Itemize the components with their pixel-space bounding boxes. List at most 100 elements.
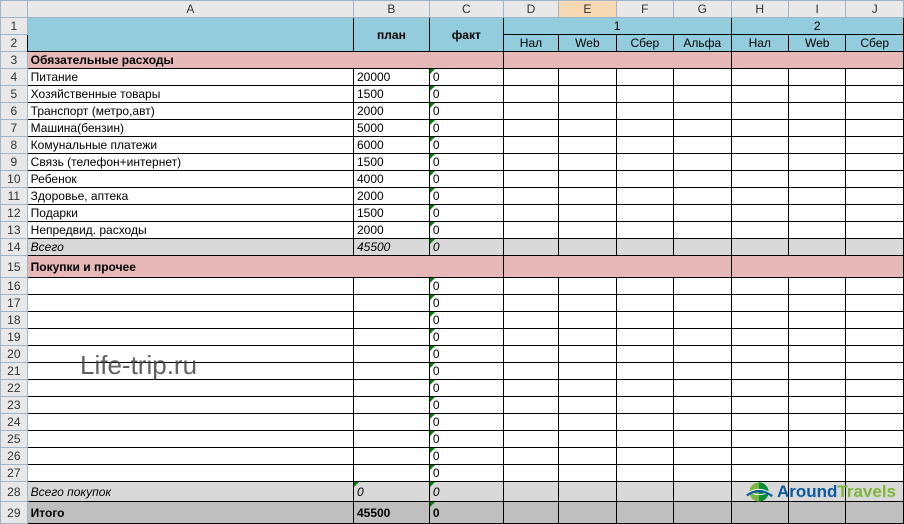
row-22[interactable]: 22 bbox=[1, 380, 28, 397]
sub-sber-1[interactable]: Сбер bbox=[616, 35, 673, 52]
header-group-2[interactable]: 2 bbox=[731, 18, 903, 35]
grand-total-label[interactable]: Итого bbox=[27, 502, 353, 524]
grand-total-plan[interactable]: 45500 bbox=[353, 502, 429, 524]
cell[interactable] bbox=[353, 295, 429, 312]
corner-cell[interactable] bbox=[1, 1, 28, 18]
row-15[interactable]: 15 bbox=[1, 256, 28, 278]
cell[interactable] bbox=[353, 431, 429, 448]
row-7[interactable]: 7 bbox=[1, 120, 28, 137]
cell[interactable] bbox=[27, 465, 353, 482]
cell[interactable] bbox=[353, 312, 429, 329]
cell-label[interactable]: Здоровье, аптека bbox=[27, 188, 353, 205]
section-purchases-label[interactable]: Покупки и прочее bbox=[27, 256, 503, 278]
row-4[interactable]: 4 bbox=[1, 69, 28, 86]
col-I[interactable]: I bbox=[788, 1, 845, 18]
cell-fact[interactable]: 0 bbox=[429, 397, 503, 414]
grand-total-fact[interactable]: 0 bbox=[429, 502, 503, 524]
cell-plan[interactable]: 5000 bbox=[353, 120, 429, 137]
row-18[interactable]: 18 bbox=[1, 312, 28, 329]
cell-fact[interactable]: 0 bbox=[429, 312, 503, 329]
sub-web-2[interactable]: Web bbox=[788, 35, 845, 52]
cell-plan[interactable]: 2000 bbox=[353, 103, 429, 120]
cell-fact[interactable]: 0 bbox=[429, 205, 503, 222]
cell-label[interactable]: Подарки bbox=[27, 205, 353, 222]
cell-fact[interactable]: 0 bbox=[429, 137, 503, 154]
row-6[interactable]: 6 bbox=[1, 103, 28, 120]
cell[interactable] bbox=[27, 295, 353, 312]
cell[interactable] bbox=[27, 312, 353, 329]
row-9[interactable]: 9 bbox=[1, 154, 28, 171]
cell-fact[interactable]: 0 bbox=[429, 295, 503, 312]
cell[interactable] bbox=[27, 397, 353, 414]
row-2[interactable]: 2 bbox=[1, 35, 28, 52]
cell-fact[interactable]: 0 bbox=[429, 222, 503, 239]
sub-nal-2[interactable]: Нал bbox=[731, 35, 788, 52]
row-14[interactable]: 14 bbox=[1, 239, 28, 256]
cell-fact[interactable]: 0 bbox=[429, 380, 503, 397]
cell-plan[interactable]: 1500 bbox=[353, 154, 429, 171]
col-E[interactable]: E bbox=[559, 1, 616, 18]
cell-plan[interactable]: 6000 bbox=[353, 137, 429, 154]
total-purchases-fact[interactable]: 0 bbox=[429, 482, 503, 502]
row-10[interactable]: 10 bbox=[1, 171, 28, 188]
row-16[interactable]: 16 bbox=[1, 278, 28, 295]
cell[interactable] bbox=[27, 431, 353, 448]
row-13[interactable]: 13 bbox=[1, 222, 28, 239]
cell[interactable] bbox=[353, 346, 429, 363]
cell[interactable] bbox=[353, 329, 429, 346]
sub-nal-1[interactable]: Нал bbox=[503, 35, 558, 52]
sub-web-1[interactable]: Web bbox=[559, 35, 616, 52]
cell-fact[interactable]: 0 bbox=[429, 154, 503, 171]
cell-label[interactable]: Непредвид. расходы bbox=[27, 222, 353, 239]
cell[interactable] bbox=[353, 363, 429, 380]
section-mandatory-label[interactable]: Обязательные расходы bbox=[27, 52, 503, 69]
col-G[interactable]: G bbox=[674, 1, 731, 18]
cell-plan[interactable]: 4000 bbox=[353, 171, 429, 188]
cell[interactable] bbox=[27, 329, 353, 346]
cell-fact[interactable]: 0 bbox=[429, 120, 503, 137]
cell-label[interactable]: Машина(бензин) bbox=[27, 120, 353, 137]
cell-label[interactable]: Питание bbox=[27, 69, 353, 86]
row-27[interactable]: 27 bbox=[1, 465, 28, 482]
cell[interactable] bbox=[353, 414, 429, 431]
cell-plan[interactable]: 1500 bbox=[353, 205, 429, 222]
row-26[interactable]: 26 bbox=[1, 448, 28, 465]
row-5[interactable]: 5 bbox=[1, 86, 28, 103]
header-fact[interactable]: факт bbox=[429, 18, 503, 52]
cell-plan[interactable]: 20000 bbox=[353, 69, 429, 86]
col-C[interactable]: C bbox=[429, 1, 503, 18]
cell-plan[interactable]: 2000 bbox=[353, 188, 429, 205]
cell-fact[interactable]: 0 bbox=[429, 171, 503, 188]
cell-fact[interactable]: 0 bbox=[429, 448, 503, 465]
row-21[interactable]: 21 bbox=[1, 363, 28, 380]
row-19[interactable]: 19 bbox=[1, 329, 28, 346]
cell-fact[interactable]: 0 bbox=[429, 363, 503, 380]
cell-fact[interactable]: 0 bbox=[429, 465, 503, 482]
header-plan[interactable]: план bbox=[353, 18, 429, 52]
cell[interactable] bbox=[353, 380, 429, 397]
cell-plan[interactable]: 2000 bbox=[353, 222, 429, 239]
cell-plan[interactable]: 1500 bbox=[353, 86, 429, 103]
col-A[interactable]: A bbox=[27, 1, 353, 18]
cell-label[interactable]: Транспорт (метро,авт) bbox=[27, 103, 353, 120]
header-group-1[interactable]: 1 bbox=[503, 18, 731, 35]
subtotal-fact[interactable]: 0 bbox=[429, 239, 503, 256]
spreadsheet-grid[interactable]: A B C D E F G H I J 1 план факт 1 2 2 На… bbox=[0, 0, 904, 524]
cell-fact[interactable]: 0 bbox=[429, 69, 503, 86]
row-24[interactable]: 24 bbox=[1, 414, 28, 431]
row-29[interactable]: 29 bbox=[1, 502, 28, 524]
row-23[interactable]: 23 bbox=[1, 397, 28, 414]
row-20[interactable]: 20 bbox=[1, 346, 28, 363]
cell[interactable] bbox=[27, 346, 353, 363]
col-J[interactable]: J bbox=[846, 1, 904, 18]
subtotal-label[interactable]: Всего bbox=[27, 239, 353, 256]
cell-fact[interactable]: 0 bbox=[429, 346, 503, 363]
cell[interactable] bbox=[27, 380, 353, 397]
row-3[interactable]: 3 bbox=[1, 52, 28, 69]
cell-label[interactable]: Связь (телефон+интернет) bbox=[27, 154, 353, 171]
col-B[interactable]: B bbox=[353, 1, 429, 18]
cell-label[interactable]: Комунальные платежи bbox=[27, 137, 353, 154]
col-F[interactable]: F bbox=[616, 1, 673, 18]
row-1[interactable]: 1 bbox=[1, 18, 28, 35]
cell[interactable] bbox=[27, 448, 353, 465]
